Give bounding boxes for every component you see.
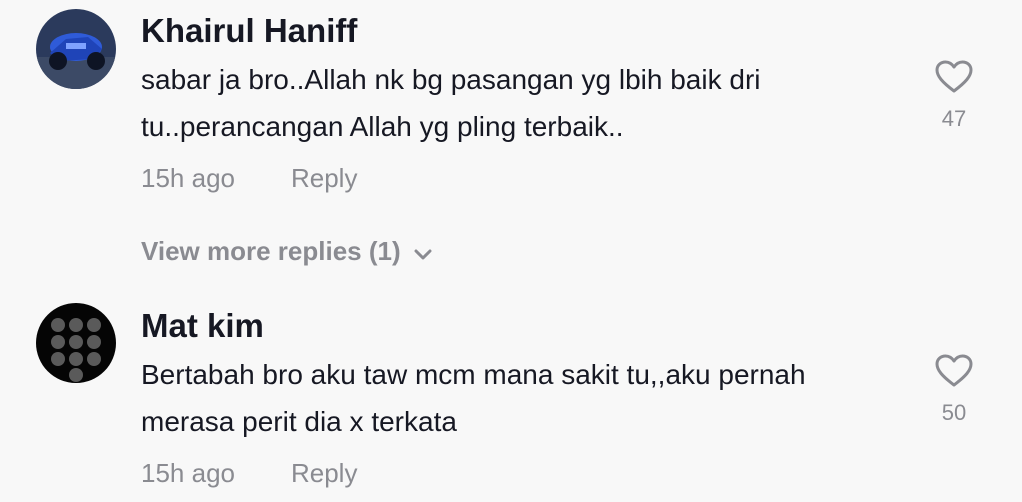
reply-button[interactable]: Reply — [291, 458, 357, 489]
chevron-down-icon — [413, 238, 433, 269]
avatar[interactable] — [36, 9, 116, 89]
comment-item: Khairul Haniff sabar ja bro..Allah nk bg… — [0, 0, 1022, 210]
comment-username[interactable]: Khairul Haniff — [141, 12, 357, 50]
comment-meta: 15h ago Reply — [141, 163, 357, 194]
like-count: 47 — [941, 106, 967, 131]
comment-timestamp: 15h ago — [141, 458, 235, 488]
comment-meta: 15h ago Reply — [141, 458, 357, 489]
heart-outline-icon — [934, 354, 974, 388]
like-button[interactable]: 50 — [934, 354, 974, 426]
comment-timestamp: 15h ago — [141, 163, 235, 193]
like-count: 50 — [941, 400, 967, 425]
comment-text: Bertabah bro aku taw mcm mana sakit tu,,… — [141, 359, 806, 437]
comment-username[interactable]: Mat kim — [141, 307, 264, 345]
comment-item: Mat kim Bertabah bro aku taw mcm mana sa… — [0, 295, 1022, 502]
like-button[interactable]: 47 — [934, 60, 974, 132]
comment-text: sabar ja bro..Allah nk bg pasangan yg lb… — [141, 64, 761, 142]
avatar[interactable] — [36, 303, 116, 383]
view-more-label: View more replies (1) — [141, 236, 401, 266]
view-more-replies-button[interactable]: View more replies (1) — [141, 236, 433, 269]
heart-outline-icon — [934, 60, 974, 94]
reply-button[interactable]: Reply — [291, 163, 357, 194]
